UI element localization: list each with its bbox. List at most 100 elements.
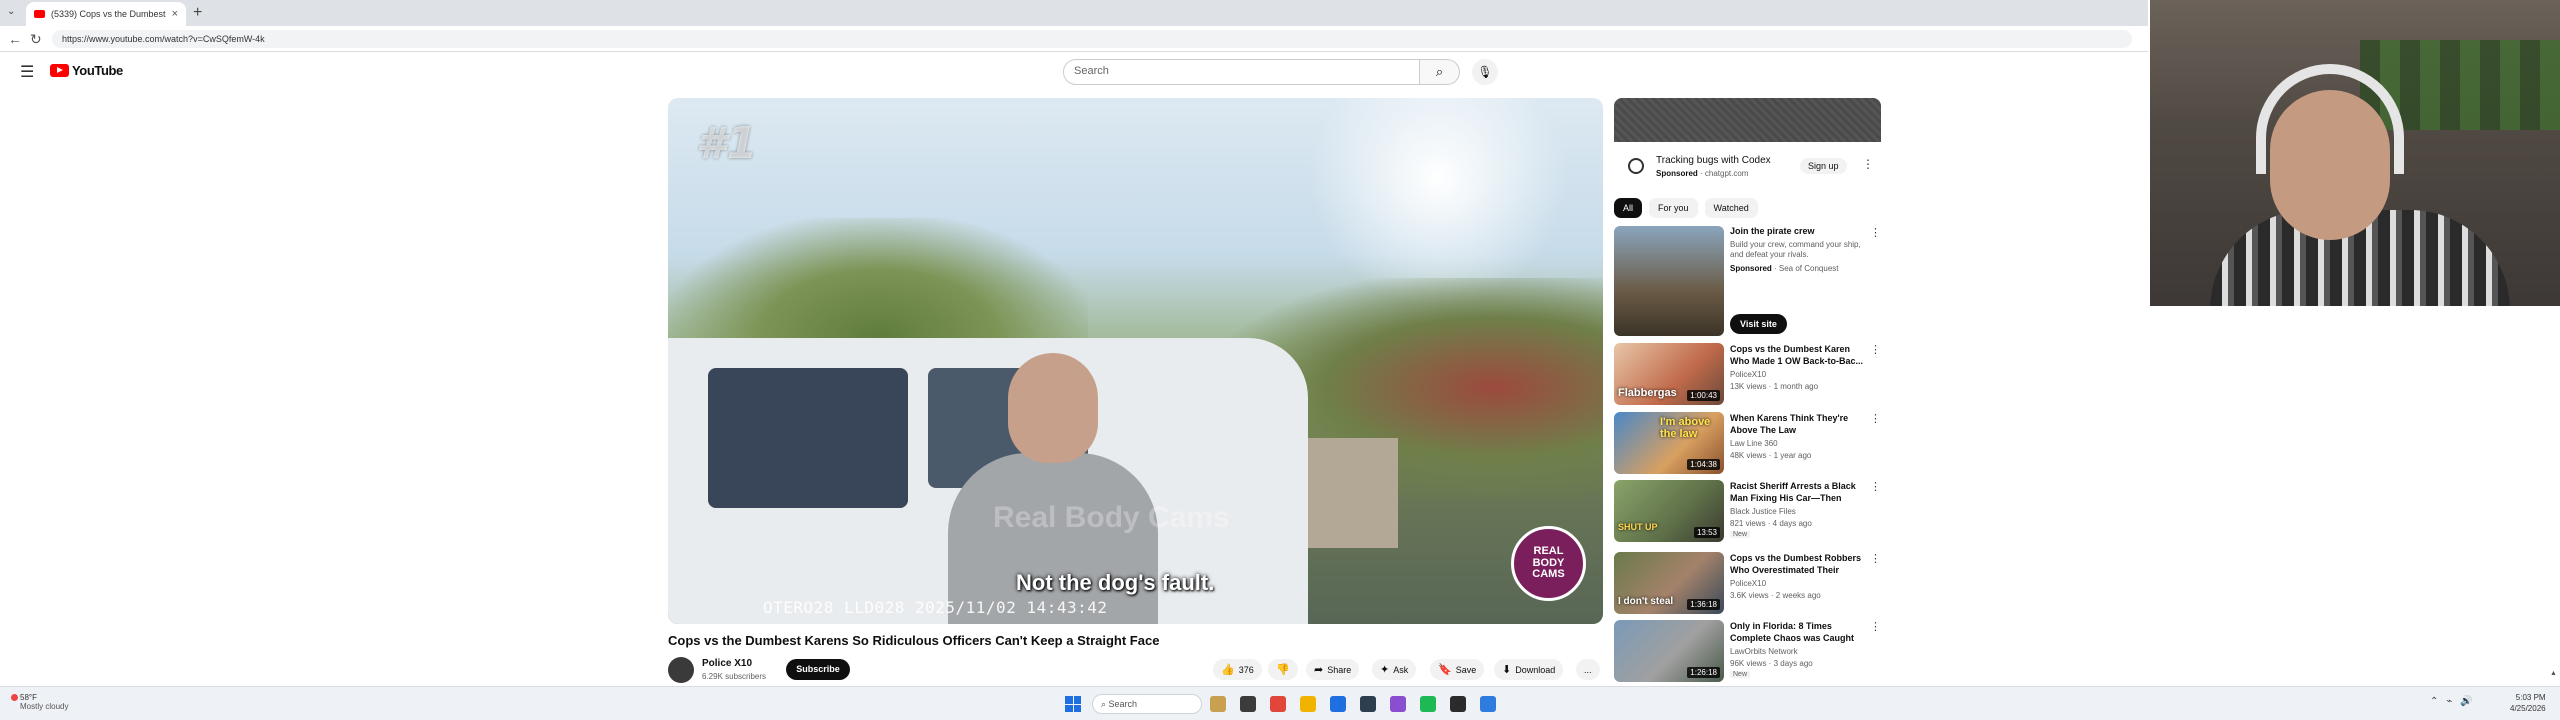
like-button[interactable]: 👍 376: [1213, 659, 1262, 680]
menu-icon[interactable]: ☰: [20, 62, 34, 82]
url-field[interactable]: https://www.youtube.com/watch?v=CwSQfemW…: [52, 30, 2132, 48]
promo-title[interactable]: Join the pirate crew: [1730, 226, 1815, 236]
taskbar-clock[interactable]: 5:03 PM 4/25/2026: [2510, 692, 2546, 714]
recommendation-more-vertical-icon[interactable]: ⋮: [1870, 480, 1881, 493]
voice-search-button[interactable]: 🎙: [1472, 59, 1498, 85]
weather-alert-icon: [11, 694, 18, 701]
edge-browser-icon[interactable]: [1330, 696, 1346, 712]
tab-close-icon[interactable]: ×: [172, 8, 178, 20]
recommendation-chips: All For you Watched: [1614, 198, 1758, 218]
thumbs-down-icon: 👎: [1276, 664, 1290, 676]
app-icon[interactable]: [1390, 696, 1406, 712]
download-button[interactable]: ⬇ Download: [1494, 659, 1564, 680]
recommendation-more-vertical-icon[interactable]: ⋮: [1870, 343, 1881, 356]
like-count: 376: [1238, 664, 1254, 675]
sponsored-promo[interactable]: Join the pirate crew Build your crew, co…: [1614, 226, 1884, 336]
task-view-icon[interactable]: [1210, 696, 1226, 712]
recommendation-channel[interactable]: LawOrbits Network: [1730, 647, 1798, 656]
folder-icon[interactable]: [1300, 696, 1316, 712]
chip-all[interactable]: All: [1614, 198, 1643, 218]
recommendation-thumbnail[interactable]: I don't steal 1:36:18: [1614, 552, 1724, 614]
weather-widget[interactable]: 58°F Mostly cloudy: [11, 693, 68, 711]
browser-tab-youtube[interactable]: (5339) Cops vs the Dumbest ×: [26, 2, 186, 26]
subscribe-button[interactable]: Subscribe: [786, 659, 850, 680]
save-button[interactable]: 🔖 Save: [1430, 659, 1485, 680]
search-icon: ⌕: [1101, 699, 1109, 709]
app-icon[interactable]: [1360, 696, 1376, 712]
recommendation-title[interactable]: Cops vs the Dumbest Robbers Who Overesti…: [1730, 552, 1864, 576]
dislike-button[interactable]: 👎: [1268, 659, 1298, 680]
tab-list-chevron-icon[interactable]: ⌄: [7, 6, 15, 17]
windows-taskbar: 58°F Mostly cloudy ⌕ Search ⌃ ⌁ 🔊 5:03 P…: [0, 686, 2560, 720]
screen: { "browser": { "tab_title": "(5339) Cops…: [0, 0, 2560, 720]
recommendation-thumbnail[interactable]: I'm above the law 1:04:38: [1614, 412, 1724, 474]
video-duration: 1:00:43: [1687, 390, 1720, 401]
ad-signup-button[interactable]: Sign up: [1800, 158, 1847, 174]
recommendation-thumbnail[interactable]: Flabbergas 1:00:43: [1614, 343, 1724, 405]
app-icon[interactable]: [1270, 696, 1286, 712]
video-player[interactable]: #1 Real Body Cams Not the dog's fault. O…: [668, 98, 1603, 624]
download-icon: ⬇: [1502, 664, 1512, 676]
ad-info-row: Tracking bugs with Codex Sponsored · cha…: [1614, 148, 1881, 184]
chip-for-you[interactable]: For you: [1649, 198, 1698, 218]
recommendation-more-vertical-icon[interactable]: ⋮: [1870, 412, 1881, 425]
search-button[interactable]: ⌕: [1420, 59, 1460, 85]
spotify-icon[interactable]: [1420, 696, 1436, 712]
recommendation-item[interactable]: I don't steal 1:36:18 Cops vs the Dumbes…: [1614, 552, 1884, 616]
windows-start-button[interactable]: [1065, 696, 1081, 712]
recommendation-more-vertical-icon[interactable]: ⋮: [1870, 552, 1881, 565]
tab-title: (5339) Cops vs the Dumbest: [51, 9, 166, 19]
tray-chevron-icon[interactable]: ⌃: [2430, 696, 2438, 707]
visit-site-button[interactable]: Visit site: [1730, 314, 1787, 334]
search-input[interactable]: Search: [1063, 59, 1420, 85]
recommendation-thumbnail[interactable]: SHUT UP 13:53: [1614, 480, 1724, 542]
recommendation-title[interactable]: Only in Florida: 8 Times Complete Chaos …: [1730, 620, 1864, 644]
chip-watched[interactable]: Watched: [1704, 198, 1758, 218]
recommendation-title[interactable]: Racist Sheriff Arrests a Black Man Fixin…: [1730, 480, 1864, 504]
ad-more-vertical-icon[interactable]: ⋮: [1862, 157, 1874, 171]
recommendation-item[interactable]: SHUT UP 13:53 Racist Sheriff Arrests a B…: [1614, 480, 1884, 544]
ask-button[interactable]: ✦ Ask: [1372, 659, 1417, 680]
channel-avatar[interactable]: [668, 657, 694, 683]
bookmark-icon: 🔖: [1438, 664, 1452, 676]
recommendation-channel[interactable]: PoliceX10: [1730, 579, 1766, 588]
network-icon[interactable]: ⌁: [2446, 696, 2452, 707]
taskbar-search[interactable]: ⌕ Search: [1092, 694, 1202, 714]
recommendation-title[interactable]: Cops vs the Dumbest Karen Who Made 1 OW …: [1730, 343, 1864, 367]
recommendation-item[interactable]: Flabbergas 1:00:43 Cops vs the Dumbest K…: [1614, 343, 1884, 407]
more-actions-button[interactable]: ...: [1576, 659, 1600, 680]
back-arrow-icon[interactable]: ←: [8, 31, 22, 47]
scrollbar-up-arrow-icon[interactable]: ▲: [2550, 670, 2557, 677]
promo-sponsor-name: Sea of Conquest: [1778, 264, 1839, 273]
recommendation-title[interactable]: When Karens Think They're Above The Law: [1730, 412, 1864, 436]
share-button[interactable]: ➦ Share: [1306, 659, 1360, 680]
ad-title[interactable]: Tracking bugs with Codex: [1656, 155, 1771, 166]
recommendation-channel[interactable]: PoliceX10: [1730, 370, 1766, 379]
volume-icon[interactable]: 🔊: [2460, 696, 2472, 707]
recommendation-stats: 48K views · 1 year ago: [1730, 451, 1812, 460]
recommendation-stats: 96K views · 3 days ago: [1730, 659, 1813, 668]
windows-logo-pane: [1065, 696, 1073, 704]
thumbnail-overlay-text: SHUT UP: [1618, 522, 1658, 532]
recommendation-channel[interactable]: Law Line 360: [1730, 439, 1778, 448]
channel-name[interactable]: Police X10: [702, 658, 752, 669]
ad-banner-image[interactable]: [1614, 98, 1881, 142]
reload-icon[interactable]: ↻: [30, 31, 42, 48]
recommendation-more-vertical-icon[interactable]: ⋮: [1870, 620, 1881, 633]
file-explorer-icon[interactable]: [1240, 696, 1256, 712]
youtube-masthead: ☰ YouTube Search ⌕ 🎙: [0, 52, 2148, 92]
recommendation-channel[interactable]: Black Justice Files: [1730, 507, 1796, 516]
app-icon[interactable]: [1480, 696, 1496, 712]
download-label: Download: [1515, 664, 1556, 675]
recommendation-thumbnail[interactable]: 1:26:18: [1614, 620, 1724, 682]
youtube-logo[interactable]: YouTube: [50, 63, 123, 78]
promo-more-vertical-icon[interactable]: ⋮: [1870, 226, 1881, 239]
windows-logo-pane: [1073, 704, 1081, 712]
share-icon: ➦: [1314, 664, 1324, 676]
app-icon[interactable]: [1450, 696, 1466, 712]
recommendation-item[interactable]: I'm above the law 1:04:38 When Karens Th…: [1614, 412, 1884, 476]
recommendation-item[interactable]: 1:26:18 Only in Florida: 8 Times Complet…: [1614, 620, 1884, 684]
promo-thumbnail[interactable]: [1614, 226, 1724, 336]
thumbnail-overlay-text: Flabbergas: [1618, 387, 1677, 399]
new-tab-button[interactable]: +: [193, 4, 202, 22]
